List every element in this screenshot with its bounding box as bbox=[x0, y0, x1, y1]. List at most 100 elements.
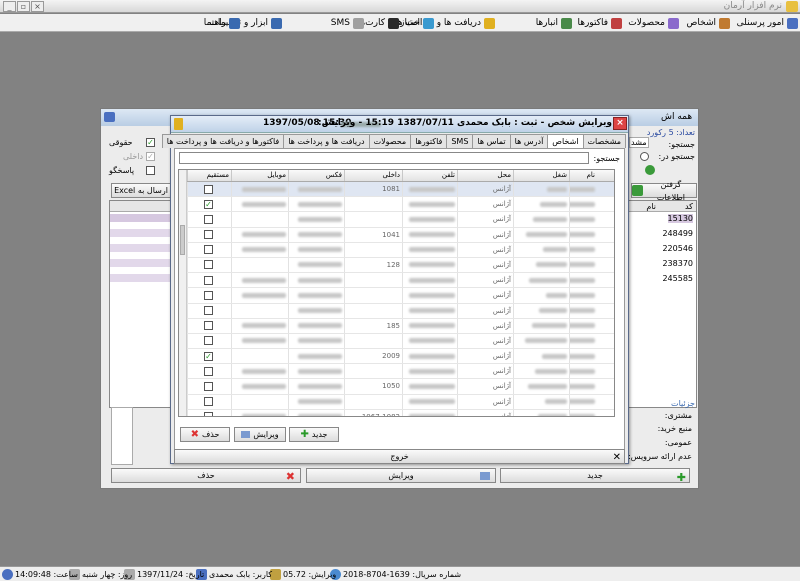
direct-cell[interactable] bbox=[187, 318, 231, 333]
menu-people[interactable]: امور پرسنلی bbox=[737, 16, 798, 30]
col-header[interactable]: شغل bbox=[513, 170, 569, 181]
direct-checkbox[interactable] bbox=[204, 412, 213, 416]
dialog-close-icon[interactable]: × bbox=[613, 117, 627, 130]
minimize-icon[interactable]: _ bbox=[3, 1, 16, 12]
direct-cell[interactable] bbox=[187, 379, 231, 394]
dialog-new-button[interactable]: جدید ✚ bbox=[289, 427, 339, 442]
menu-help[interactable]: راهنما bbox=[204, 16, 240, 30]
grid-scrollbar[interactable] bbox=[179, 170, 187, 416]
tab-1[interactable]: اشخاص bbox=[547, 134, 584, 149]
direct-checkbox[interactable] bbox=[204, 184, 213, 194]
tab-8[interactable]: فاکتورها و دریافت ها و پرداخت ها bbox=[161, 134, 285, 148]
direct-checkbox[interactable] bbox=[204, 275, 213, 285]
details-memo[interactable] bbox=[111, 407, 133, 465]
direct-checkbox[interactable] bbox=[204, 230, 213, 240]
table-row[interactable]: آژانس bbox=[179, 288, 614, 304]
table-row[interactable]: آژانس bbox=[179, 364, 614, 380]
direct-checkbox[interactable]: ✓ bbox=[204, 351, 213, 361]
direct-checkbox[interactable] bbox=[204, 245, 213, 255]
direct-cell[interactable] bbox=[187, 303, 231, 318]
menu-box[interactable]: محصولات bbox=[628, 16, 679, 30]
table-row[interactable]: ✓ آژانس bbox=[179, 197, 614, 213]
tab-0[interactable]: مشخصات bbox=[582, 134, 626, 148]
direct-checkbox[interactable] bbox=[204, 306, 213, 315]
internal-checkbox[interactable]: ✓ bbox=[146, 152, 155, 161]
table-row[interactable]: ✓ 2009 آژانس bbox=[179, 349, 614, 365]
tab-3[interactable]: تماس ها bbox=[472, 134, 511, 148]
tab-7[interactable]: دریافت ها و پرداخت ها bbox=[283, 134, 370, 148]
tab-4[interactable]: SMS bbox=[446, 134, 474, 148]
direct-cell[interactable]: ✓ bbox=[187, 349, 231, 364]
direct-cell[interactable] bbox=[187, 409, 231, 416]
table-row[interactable]: آژانس bbox=[179, 333, 614, 350]
person-code[interactable]: 248499 bbox=[662, 229, 693, 238]
dialog-search-input[interactable] bbox=[179, 152, 589, 164]
person-code[interactable]: 15130 bbox=[667, 214, 693, 223]
person-code[interactable]: 245585 bbox=[662, 274, 693, 283]
table-row[interactable]: آژانس bbox=[179, 394, 614, 410]
legal-checkbox[interactable]: ✓ bbox=[146, 138, 155, 147]
col-header[interactable]: فکس bbox=[288, 170, 344, 181]
direct-cell[interactable] bbox=[187, 333, 231, 349]
direct-cell[interactable] bbox=[187, 182, 231, 197]
direct-cell[interactable] bbox=[187, 227, 231, 242]
send-to-excel-button[interactable]: ارسال به Excel bbox=[111, 183, 171, 198]
dialog-edit-button[interactable]: ویرایش bbox=[234, 427, 286, 442]
direct-checkbox[interactable] bbox=[204, 260, 213, 270]
tab-6[interactable]: محصولات bbox=[368, 134, 412, 148]
table-row[interactable]: آژانس bbox=[179, 273, 614, 289]
col-header[interactable]: مستقیم bbox=[187, 170, 231, 181]
table-row[interactable]: آژانس bbox=[179, 303, 614, 319]
menu-sms[interactable]: SMS bbox=[331, 16, 364, 30]
scroll-thumb[interactable] bbox=[180, 225, 185, 255]
direct-checkbox[interactable] bbox=[204, 214, 213, 224]
tab-2[interactable]: آدرس ها bbox=[509, 134, 549, 148]
table-row[interactable]: 1050 آژانس bbox=[179, 379, 614, 395]
table-row[interactable]: 1041 آژانس bbox=[179, 227, 614, 243]
search-radio[interactable] bbox=[640, 152, 649, 161]
direct-checkbox[interactable] bbox=[204, 397, 213, 407]
table-row[interactable]: 1081 آژانس bbox=[179, 182, 614, 198]
direct-cell[interactable]: ✓ bbox=[187, 197, 231, 212]
direct-cell[interactable] bbox=[187, 288, 231, 303]
col-header[interactable]: موبایل bbox=[231, 170, 288, 181]
direct-checkbox[interactable] bbox=[204, 290, 213, 300]
refresh-icon[interactable] bbox=[645, 165, 655, 175]
direct-checkbox[interactable]: ✓ bbox=[204, 199, 213, 209]
menu-person[interactable]: اشخاص bbox=[687, 16, 730, 30]
col-header[interactable]: نام bbox=[569, 170, 597, 181]
direct-checkbox[interactable] bbox=[204, 381, 213, 391]
exit-button[interactable]: خروج ✕ bbox=[174, 449, 625, 464]
direct-cell[interactable] bbox=[187, 257, 231, 273]
tab-5[interactable]: فاکتورها bbox=[410, 134, 448, 148]
table-row[interactable]: آژانس bbox=[179, 212, 614, 228]
edit-button[interactable]: ویرایش bbox=[306, 468, 496, 483]
search-mode[interactable]: مشد bbox=[629, 137, 649, 148]
menu-invoice[interactable]: فاکتورها bbox=[577, 16, 622, 30]
direct-cell[interactable] bbox=[187, 394, 231, 409]
direct-checkbox[interactable] bbox=[204, 336, 213, 346]
menu-warehouse[interactable]: انبارها bbox=[536, 16, 572, 30]
person-code[interactable]: 220546 bbox=[662, 244, 693, 253]
direct-cell[interactable] bbox=[187, 212, 231, 227]
close-icon[interactable]: × bbox=[31, 1, 44, 12]
col-header[interactable]: تلفن bbox=[402, 170, 457, 181]
person-code[interactable]: 238370 bbox=[662, 259, 693, 268]
table-row[interactable]: 1067-1082 آژانس bbox=[179, 409, 614, 416]
dialog-delete-button[interactable]: حذف ✖ bbox=[180, 427, 230, 442]
direct-checkbox[interactable] bbox=[204, 321, 213, 331]
fetch-data-button[interactable]: گرفتن اطلاعات bbox=[631, 180, 697, 202]
direct-cell[interactable] bbox=[187, 242, 231, 257]
new-button[interactable]: جدید ✚ bbox=[500, 468, 690, 484]
col-header[interactable]: محل bbox=[457, 170, 513, 181]
restore-icon[interactable]: ▫ bbox=[17, 1, 30, 12]
direct-cell[interactable] bbox=[187, 364, 231, 379]
col-header[interactable]: داخلی bbox=[344, 170, 402, 181]
delete-button[interactable]: حذف ✖ bbox=[111, 468, 301, 483]
direct-checkbox[interactable] bbox=[204, 366, 213, 376]
direct-cell[interactable] bbox=[187, 273, 231, 288]
table-row[interactable]: 128 آژانس bbox=[179, 257, 614, 274]
answerer-checkbox[interactable] bbox=[146, 166, 155, 175]
table-row[interactable]: 185 آژانس bbox=[179, 318, 614, 334]
table-row[interactable]: آژانس bbox=[179, 242, 614, 258]
